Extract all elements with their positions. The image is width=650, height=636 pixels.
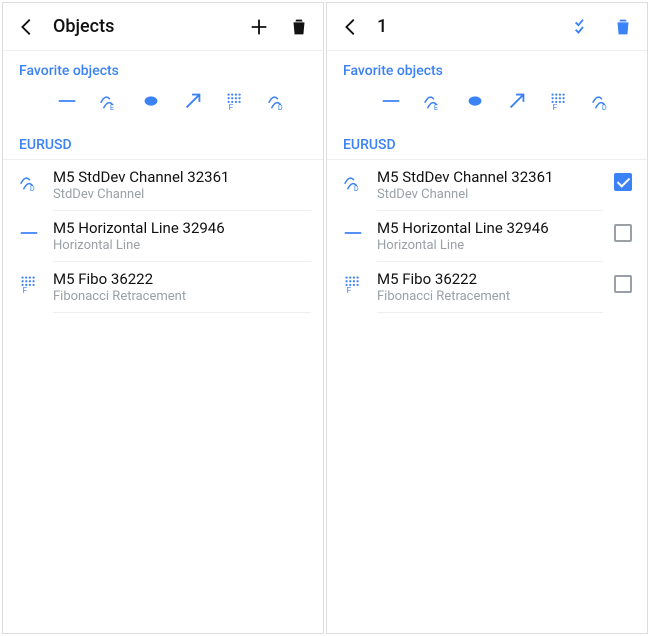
object-subtitle: Horizontal Line bbox=[377, 238, 603, 253]
fibo-icon bbox=[17, 272, 41, 296]
arrow-icon bbox=[182, 90, 204, 112]
object-row-hline[interactable]: M5 Horizontal Line 32946 Horizontal Line bbox=[3, 211, 323, 262]
hline-icon bbox=[56, 90, 78, 112]
object-subtitle: Fibonacci Retracement bbox=[377, 289, 603, 304]
object-title: M5 Horizontal Line 32946 bbox=[377, 219, 603, 237]
add-button[interactable] bbox=[239, 7, 279, 47]
favorite-tool-ellipse[interactable] bbox=[139, 89, 163, 113]
back-button[interactable] bbox=[331, 7, 371, 47]
select-all-button[interactable] bbox=[563, 7, 603, 47]
toolbar: Objects bbox=[3, 3, 323, 51]
object-row-hline[interactable]: M5 Horizontal Line 32946 Horizontal Line bbox=[327, 211, 647, 262]
favorite-tool-fibo[interactable] bbox=[547, 89, 571, 113]
stddev-e-icon bbox=[98, 90, 120, 112]
object-title: M5 Horizontal Line 32946 bbox=[53, 219, 311, 237]
favorite-tool-hline[interactable] bbox=[55, 89, 79, 113]
favorite-tool-stddev-e[interactable] bbox=[421, 89, 445, 113]
object-row-stddev[interactable]: M5 StdDev Channel 32361 StdDev Channel bbox=[327, 160, 647, 211]
group-header: EURUSD bbox=[3, 127, 323, 160]
stddev-icon bbox=[17, 170, 41, 194]
favorite-tool-fibo[interactable] bbox=[223, 89, 247, 113]
selection-count: 1 bbox=[377, 16, 563, 37]
object-checkbox[interactable] bbox=[611, 221, 635, 245]
object-subtitle: Horizontal Line bbox=[53, 238, 311, 253]
back-icon bbox=[16, 16, 38, 38]
checkbox-empty-icon bbox=[614, 224, 632, 242]
favorite-tools-bar bbox=[19, 89, 307, 121]
back-icon bbox=[340, 16, 362, 38]
stddev-e-icon bbox=[422, 90, 444, 112]
fibo-icon bbox=[548, 90, 570, 112]
fibo-icon bbox=[224, 90, 246, 112]
stddev-d-icon bbox=[590, 90, 612, 112]
arrow-icon bbox=[506, 90, 528, 112]
trash-icon bbox=[288, 16, 310, 38]
objects-selection-pane: 1 Favorite objects EURUSD M5 StdDev Chan… bbox=[326, 2, 648, 634]
trash-icon bbox=[612, 16, 634, 38]
page-title: Objects bbox=[53, 16, 239, 37]
object-row-fibo[interactable]: M5 Fibo 36222 Fibonacci Retracement bbox=[327, 262, 647, 313]
object-row-fibo[interactable]: M5 Fibo 36222 Fibonacci Retracement bbox=[3, 262, 323, 313]
favorite-tool-stddev-e[interactable] bbox=[97, 89, 121, 113]
favorites-title: Favorite objects bbox=[343, 63, 631, 79]
object-row-stddev[interactable]: M5 StdDev Channel 32361 StdDev Channel bbox=[3, 160, 323, 211]
favorite-tool-arrow[interactable] bbox=[181, 89, 205, 113]
object-checkbox[interactable] bbox=[611, 272, 635, 296]
delete-button[interactable] bbox=[603, 7, 643, 47]
plus-icon bbox=[248, 16, 270, 38]
delete-button[interactable] bbox=[279, 7, 319, 47]
favorite-tools-bar bbox=[343, 89, 631, 121]
checkbox-checked-icon bbox=[614, 173, 632, 191]
hline-icon bbox=[341, 221, 365, 245]
object-title: M5 Fibo 36222 bbox=[53, 270, 311, 288]
favorites-title: Favorite objects bbox=[19, 63, 307, 79]
group-header: EURUSD bbox=[327, 127, 647, 160]
fibo-icon bbox=[341, 272, 365, 296]
object-title: M5 Fibo 36222 bbox=[377, 270, 603, 288]
objects-list-pane: Objects Favorite objects EURUSD M5 StdDe… bbox=[2, 2, 324, 634]
object-title: M5 StdDev Channel 32361 bbox=[377, 168, 603, 186]
favorites-section: Favorite objects bbox=[327, 51, 647, 127]
ellipse-icon bbox=[140, 90, 162, 112]
hline-icon bbox=[17, 221, 41, 245]
favorite-tool-stddev-d[interactable] bbox=[589, 89, 613, 113]
back-button[interactable] bbox=[7, 7, 47, 47]
object-title: M5 StdDev Channel 32361 bbox=[53, 168, 311, 186]
favorite-tool-ellipse[interactable] bbox=[463, 89, 487, 113]
checkbox-empty-icon bbox=[614, 275, 632, 293]
stddev-icon bbox=[341, 170, 365, 194]
favorite-tool-arrow[interactable] bbox=[505, 89, 529, 113]
select-all-icon bbox=[572, 16, 594, 38]
object-checkbox[interactable] bbox=[611, 170, 635, 194]
stddev-d-icon bbox=[266, 90, 288, 112]
favorite-tool-stddev-d[interactable] bbox=[265, 89, 289, 113]
hline-icon bbox=[380, 90, 402, 112]
ellipse-icon bbox=[464, 90, 486, 112]
object-subtitle: StdDev Channel bbox=[53, 187, 311, 202]
object-subtitle: Fibonacci Retracement bbox=[53, 289, 311, 304]
toolbar: 1 bbox=[327, 3, 647, 51]
favorite-tool-hline[interactable] bbox=[379, 89, 403, 113]
favorites-section: Favorite objects bbox=[3, 51, 323, 127]
object-subtitle: StdDev Channel bbox=[377, 187, 603, 202]
